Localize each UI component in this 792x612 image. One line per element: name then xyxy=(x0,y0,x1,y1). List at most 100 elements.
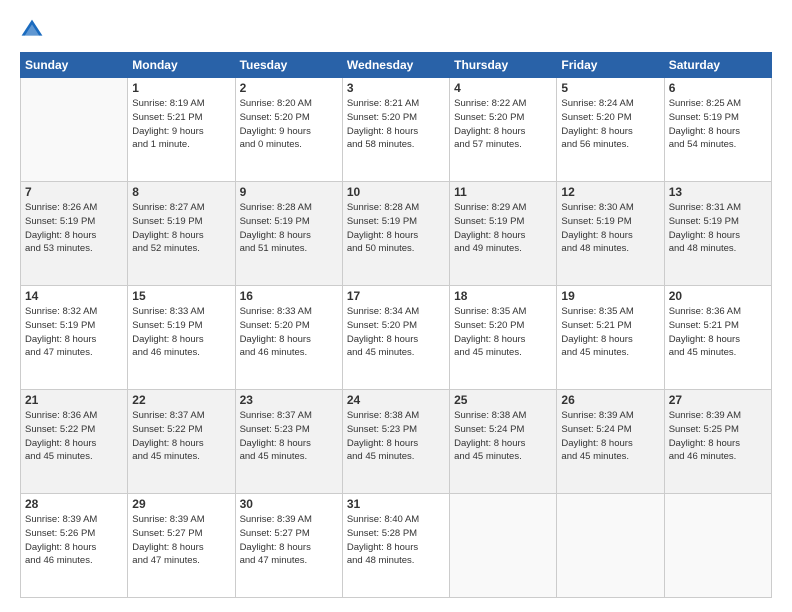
day-number: 31 xyxy=(347,497,445,511)
day-number: 30 xyxy=(240,497,338,511)
day-info: Sunrise: 8:27 AM Sunset: 5:19 PM Dayligh… xyxy=(132,201,230,256)
day-info: Sunrise: 8:26 AM Sunset: 5:19 PM Dayligh… xyxy=(25,201,123,256)
day-number: 5 xyxy=(561,81,659,95)
weekday-header-friday: Friday xyxy=(557,53,664,78)
day-number: 24 xyxy=(347,393,445,407)
weekday-header-wednesday: Wednesday xyxy=(342,53,449,78)
day-number: 7 xyxy=(25,185,123,199)
day-number: 13 xyxy=(669,185,767,199)
day-info: Sunrise: 8:38 AM Sunset: 5:24 PM Dayligh… xyxy=(454,409,552,464)
day-cell-15: 15Sunrise: 8:33 AM Sunset: 5:19 PM Dayli… xyxy=(128,286,235,390)
day-number: 16 xyxy=(240,289,338,303)
day-info: Sunrise: 8:34 AM Sunset: 5:20 PM Dayligh… xyxy=(347,305,445,360)
day-info: Sunrise: 8:28 AM Sunset: 5:19 PM Dayligh… xyxy=(347,201,445,256)
weekday-header-tuesday: Tuesday xyxy=(235,53,342,78)
day-number: 26 xyxy=(561,393,659,407)
day-cell-3: 3 Sunrise: 8:21 AM Sunset: 5:20 PM Daylig… xyxy=(342,78,449,182)
day-info: Sunrise: 8:22 AM Sunset: 5:20 PM Dayligh… xyxy=(454,97,552,152)
empty-cell xyxy=(664,494,771,598)
day-cell-16: 16 Sunrise: 8:33 AM Sunset: 5:20 PM Dayli… xyxy=(235,286,342,390)
day-number: 4 xyxy=(454,81,552,95)
day-number: 23 xyxy=(240,393,338,407)
day-number: 29 xyxy=(132,497,230,511)
week-row-3: 14 Sunrise: 8:32 AM Sunset: 5:19 PM Dayli… xyxy=(21,286,772,390)
day-number: 2 xyxy=(240,81,338,95)
day-number: 14 xyxy=(25,289,123,303)
day-number: 9 xyxy=(240,185,338,199)
day-number: 12 xyxy=(561,185,659,199)
page: SundayMondayTuesdayWednesdayThursdayFrid… xyxy=(0,0,792,612)
day-cell-19: 19 Sunrise: 8:35 AM Sunset: 5:21 PM Dayli… xyxy=(557,286,664,390)
day-cell-11: 11Sunrise: 8:29 AM Sunset: 5:19 PM Dayli… xyxy=(450,182,557,286)
day-cell-5: 5 Sunrise: 8:24 AM Sunset: 5:20 PM Daylig… xyxy=(557,78,664,182)
day-info: Sunrise: 8:25 AM Sunset: 5:19 PM Dayligh… xyxy=(669,97,767,152)
day-number: 19 xyxy=(561,289,659,303)
day-info: Sunrise: 8:35 AM Sunset: 5:21 PM Dayligh… xyxy=(561,305,659,360)
day-info: Sunrise: 8:39 AM Sunset: 5:27 PM Dayligh… xyxy=(132,513,230,568)
day-cell-12: 12 Sunrise: 8:30 AM Sunset: 5:19 PM Dayli… xyxy=(557,182,664,286)
day-info: Sunrise: 8:36 AM Sunset: 5:21 PM Dayligh… xyxy=(669,305,767,360)
day-cell-23: 23 Sunrise: 8:37 AM Sunset: 5:23 PM Dayli… xyxy=(235,390,342,494)
day-cell-27: 27 Sunrise: 8:39 AM Sunset: 5:25 PM Dayli… xyxy=(664,390,771,494)
day-cell-17: 17 Sunrise: 8:34 AM Sunset: 5:20 PM Dayli… xyxy=(342,286,449,390)
day-info: Sunrise: 8:37 AM Sunset: 5:22 PM Dayligh… xyxy=(132,409,230,464)
day-number: 15 xyxy=(132,289,230,303)
day-number: 20 xyxy=(669,289,767,303)
day-number: 28 xyxy=(25,497,123,511)
week-row-5: 28 Sunrise: 8:39 AM Sunset: 5:26 PM Dayli… xyxy=(21,494,772,598)
day-cell-31: 31 Sunrise: 8:40 AM Sunset: 5:28 PM Dayli… xyxy=(342,494,449,598)
day-cell-25: 25 Sunrise: 8:38 AM Sunset: 5:24 PM Dayli… xyxy=(450,390,557,494)
calendar-table: SundayMondayTuesdayWednesdayThursdayFrid… xyxy=(20,52,772,598)
day-number: 8 xyxy=(132,185,230,199)
day-number: 27 xyxy=(669,393,767,407)
day-cell-9: 9 Sunrise: 8:28 AM Sunset: 5:19 PM Daylig… xyxy=(235,182,342,286)
day-cell-6: 6Sunrise: 8:25 AM Sunset: 5:19 PM Daylig… xyxy=(664,78,771,182)
day-cell-29: 29 Sunrise: 8:39 AM Sunset: 5:27 PM Dayli… xyxy=(128,494,235,598)
day-info: Sunrise: 8:35 AM Sunset: 5:20 PM Dayligh… xyxy=(454,305,552,360)
day-number: 18 xyxy=(454,289,552,303)
day-info: Sunrise: 8:28 AM Sunset: 5:19 PM Dayligh… xyxy=(240,201,338,256)
day-info: Sunrise: 8:30 AM Sunset: 5:19 PM Dayligh… xyxy=(561,201,659,256)
day-info: Sunrise: 8:21 AM Sunset: 5:20 PM Dayligh… xyxy=(347,97,445,152)
day-cell-24: 24 Sunrise: 8:38 AM Sunset: 5:23 PM Dayli… xyxy=(342,390,449,494)
day-number: 22 xyxy=(132,393,230,407)
day-info: Sunrise: 8:39 AM Sunset: 5:26 PM Dayligh… xyxy=(25,513,123,568)
day-info: Sunrise: 8:39 AM Sunset: 5:25 PM Dayligh… xyxy=(669,409,767,464)
day-info: Sunrise: 8:37 AM Sunset: 5:23 PM Dayligh… xyxy=(240,409,338,464)
week-row-4: 21Sunrise: 8:36 AM Sunset: 5:22 PM Dayli… xyxy=(21,390,772,494)
day-cell-10: 10 Sunrise: 8:28 AM Sunset: 5:19 PM Dayli… xyxy=(342,182,449,286)
day-info: Sunrise: 8:32 AM Sunset: 5:19 PM Dayligh… xyxy=(25,305,123,360)
day-cell-28: 28 Sunrise: 8:39 AM Sunset: 5:26 PM Dayli… xyxy=(21,494,128,598)
day-cell-13: 13Sunrise: 8:31 AM Sunset: 5:19 PM Dayli… xyxy=(664,182,771,286)
day-number: 10 xyxy=(347,185,445,199)
day-info: Sunrise: 8:39 AM Sunset: 5:27 PM Dayligh… xyxy=(240,513,338,568)
day-cell-4: 4 Sunrise: 8:22 AM Sunset: 5:20 PM Daylig… xyxy=(450,78,557,182)
header xyxy=(20,18,772,42)
day-cell-7: 7 Sunrise: 8:26 AM Sunset: 5:19 PM Daylig… xyxy=(21,182,128,286)
day-info: Sunrise: 8:33 AM Sunset: 5:20 PM Dayligh… xyxy=(240,305,338,360)
weekday-header-monday: Monday xyxy=(128,53,235,78)
day-number: 25 xyxy=(454,393,552,407)
day-cell-1: 1Sunrise: 8:19 AM Sunset: 5:21 PM Daylig… xyxy=(128,78,235,182)
day-cell-26: 26 Sunrise: 8:39 AM Sunset: 5:24 PM Dayli… xyxy=(557,390,664,494)
weekday-header-sunday: Sunday xyxy=(21,53,128,78)
day-info: Sunrise: 8:20 AM Sunset: 5:20 PM Dayligh… xyxy=(240,97,338,152)
day-cell-8: 8 Sunrise: 8:27 AM Sunset: 5:19 PM Daylig… xyxy=(128,182,235,286)
day-cell-20: 20 Sunrise: 8:36 AM Sunset: 5:21 PM Dayli… xyxy=(664,286,771,390)
day-info: Sunrise: 8:38 AM Sunset: 5:23 PM Dayligh… xyxy=(347,409,445,464)
day-number: 21 xyxy=(25,393,123,407)
day-number: 3 xyxy=(347,81,445,95)
day-info: Sunrise: 8:40 AM Sunset: 5:28 PM Dayligh… xyxy=(347,513,445,568)
day-cell-2: 2 Sunrise: 8:20 AM Sunset: 5:20 PM Daylig… xyxy=(235,78,342,182)
empty-cell xyxy=(450,494,557,598)
day-info: Sunrise: 8:39 AM Sunset: 5:24 PM Dayligh… xyxy=(561,409,659,464)
day-number: 17 xyxy=(347,289,445,303)
week-row-1: 1Sunrise: 8:19 AM Sunset: 5:21 PM Daylig… xyxy=(21,78,772,182)
logo-icon xyxy=(20,18,44,42)
day-cell-22: 22 Sunrise: 8:37 AM Sunset: 5:22 PM Dayli… xyxy=(128,390,235,494)
day-info: Sunrise: 8:24 AM Sunset: 5:20 PM Dayligh… xyxy=(561,97,659,152)
day-cell-21: 21Sunrise: 8:36 AM Sunset: 5:22 PM Dayli… xyxy=(21,390,128,494)
weekday-header-thursday: Thursday xyxy=(450,53,557,78)
weekday-header-row: SundayMondayTuesdayWednesdayThursdayFrid… xyxy=(21,53,772,78)
day-cell-14: 14 Sunrise: 8:32 AM Sunset: 5:19 PM Dayli… xyxy=(21,286,128,390)
